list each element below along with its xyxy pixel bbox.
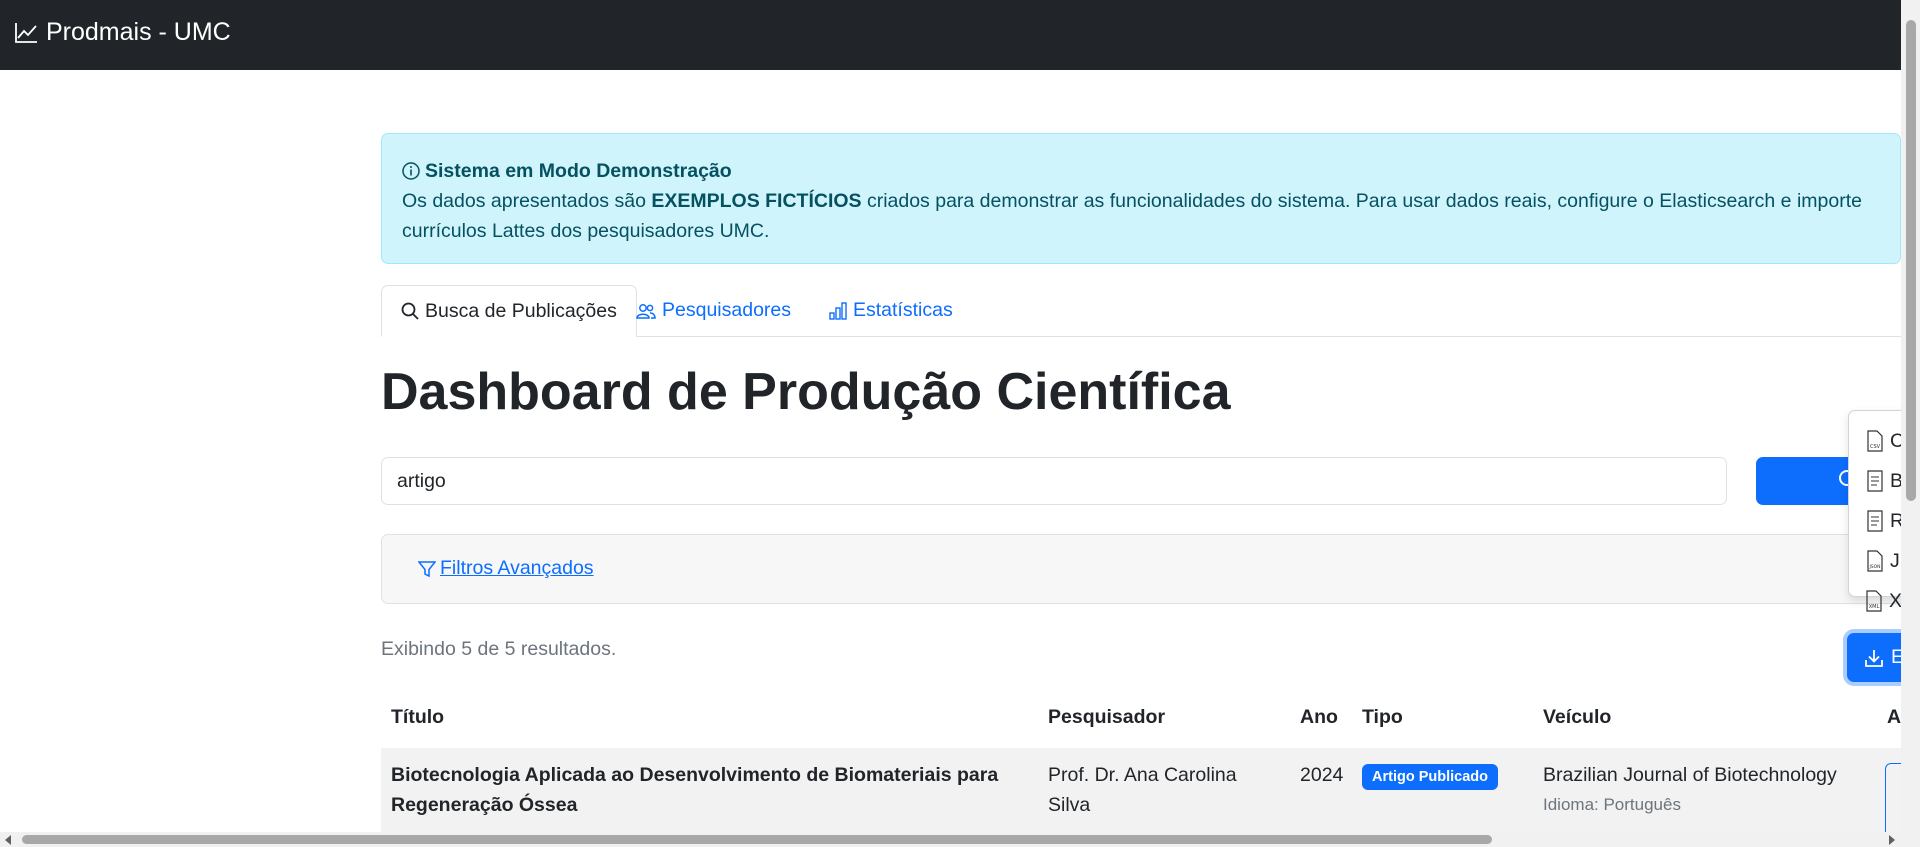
- tab-estatisticas[interactable]: Estatísticas: [810, 285, 972, 336]
- csv-file-icon: CSV: [1867, 430, 1883, 452]
- bar-chart-icon: [829, 301, 847, 320]
- tab-label: Busca de Publicações: [425, 299, 617, 322]
- column-header-pesquisador[interactable]: Pesquisador: [1048, 706, 1165, 729]
- text-file-icon: [1867, 510, 1883, 532]
- table-header: Título Pesquisador Ano Tipo Veículo A: [381, 690, 1901, 749]
- brand-text: Prodmais - UMC: [46, 18, 231, 46]
- alert-title-row: Sistema em Modo Demonstração: [402, 156, 1880, 186]
- navbar: Prodmais - UMC: [0, 0, 1920, 70]
- main-content: Sistema em Modo Demonstração Os dados ap…: [0, 70, 1901, 832]
- search-input[interactable]: [381, 457, 1727, 505]
- download-icon: [1865, 649, 1883, 667]
- venue-cell: Brazilian Journal of Biotechnology Idiom…: [1543, 760, 1883, 820]
- results-count: Exibindo 5 de 5 resultados.: [381, 638, 617, 660]
- tab-label: Estatísticas: [853, 299, 953, 321]
- researcher-name: Prof. Dr. Ana Carolina Silva: [1048, 764, 1237, 816]
- export-xml-item[interactable]: XML X: [1865, 586, 1902, 616]
- horizontal-scrollbar-thumb[interactable]: [22, 835, 1492, 844]
- venue-language: Idioma: Português: [1543, 795, 1681, 814]
- svg-text:JSON: JSON: [1868, 564, 1880, 570]
- people-icon: [636, 303, 656, 319]
- type-badge: Artigo Publicado: [1362, 764, 1498, 790]
- scroll-left-arrow[interactable]: [5, 835, 11, 845]
- export-item-label: J: [1890, 549, 1900, 572]
- export-json-item[interactable]: JSON J: [1866, 546, 1900, 576]
- alert-text-strong: EXEMPLOS FICTÍCIOS: [651, 190, 862, 212]
- column-header-veiculo[interactable]: Veículo: [1543, 706, 1611, 729]
- publication-title[interactable]: Biotecnologia Aplicada ao Desenvolviment…: [391, 760, 1031, 820]
- column-header-titulo[interactable]: Título: [391, 706, 444, 729]
- info-circle-icon: [402, 162, 420, 180]
- alert-text: Os dados apresentados são EXEMPLOS FICTÍ…: [402, 186, 1880, 246]
- row-action-button[interactable]: [1885, 763, 1901, 832]
- column-header-tipo[interactable]: Tipo: [1362, 706, 1403, 729]
- funnel-icon: [418, 560, 436, 577]
- export-csv-item[interactable]: CSV C: [1866, 426, 1904, 456]
- tab-busca-publicacoes[interactable]: Busca de Publicações: [381, 285, 637, 337]
- graph-up-icon: [15, 22, 37, 43]
- vertical-scrollbar-thumb[interactable]: [1906, 20, 1916, 501]
- type-cell: Artigo Publicado: [1362, 760, 1498, 790]
- xml-file-icon: XML: [1866, 590, 1882, 612]
- advanced-filters-label: Filtros Avançados: [440, 557, 594, 579]
- alert-title: Sistema em Modo Demonstração: [425, 160, 732, 182]
- advanced-filters-toggle[interactable]: Filtros Avançados: [418, 557, 594, 580]
- svg-text:CSV: CSV: [1870, 444, 1881, 450]
- table-row: Biotecnologia Aplicada ao Desenvolviment…: [381, 748, 1901, 832]
- navbar-brand[interactable]: Prodmais - UMC: [14, 18, 231, 47]
- page-title: Dashboard de Produção Científica: [381, 363, 1231, 421]
- export-bibtex-item[interactable]: B: [1866, 466, 1903, 496]
- tab-pesquisadores[interactable]: Pesquisadores: [617, 285, 810, 336]
- search-icon: [401, 302, 419, 320]
- json-file-icon: JSON: [1867, 550, 1883, 572]
- venue-name: Brazilian Journal of Biotechnology: [1543, 764, 1837, 786]
- nav-tabs: Busca de Publicações Pesquisadores Estat…: [381, 285, 1901, 337]
- advanced-filters-panel: Filtros Avançados: [381, 534, 1901, 604]
- svg-text:XML: XML: [1869, 604, 1880, 610]
- scroll-right-arrow[interactable]: [1889, 835, 1895, 845]
- publication-year: 2024: [1300, 764, 1344, 786]
- column-header-acoes[interactable]: A: [1887, 706, 1901, 729]
- alert-text-start: Os dados apresentados são: [402, 190, 652, 212]
- export-ris-item[interactable]: R: [1866, 506, 1904, 536]
- text-file-icon: [1867, 470, 1883, 492]
- tab-label: Pesquisadores: [662, 299, 791, 321]
- column-header-ano[interactable]: Ano: [1300, 706, 1338, 729]
- demo-alert: Sistema em Modo Demonstração Os dados ap…: [381, 133, 1901, 264]
